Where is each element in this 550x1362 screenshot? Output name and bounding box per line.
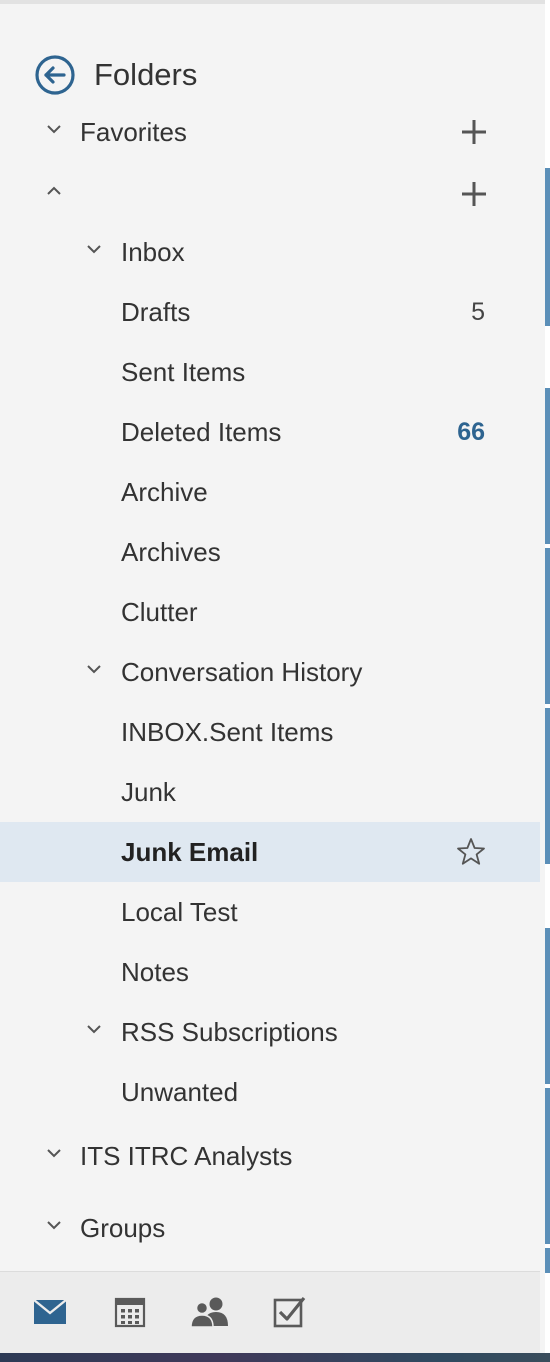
star-icon[interactable]	[456, 837, 486, 867]
chevron-down-icon[interactable]	[84, 659, 104, 679]
folder-clutter[interactable]: Clutter	[0, 582, 540, 642]
section-label: Groups	[80, 1212, 166, 1243]
chevron-down-icon[interactable]	[44, 1215, 64, 1235]
folder-label: Conversation History	[121, 656, 363, 687]
message-list-edge	[545, 0, 550, 1362]
folder-archive[interactable]: Archive	[0, 462, 540, 522]
folder-rss-subscriptions[interactable]: RSS Subscriptions	[0, 1002, 540, 1062]
taskbar-edge	[0, 1353, 550, 1362]
folder-junk-email[interactable]: Junk Email	[0, 822, 540, 882]
folder-drafts[interactable]: Drafts 5	[0, 282, 540, 342]
chevron-down-icon[interactable]	[44, 1143, 64, 1163]
section-its-itrc-analysts[interactable]: ITS ITRC Analysts	[0, 1126, 540, 1186]
folder-label: Notes	[121, 956, 189, 987]
section-account[interactable]	[0, 164, 540, 224]
folder-sent-items[interactable]: Sent Items	[0, 342, 540, 402]
chevron-down-icon[interactable]	[84, 239, 104, 259]
folder-archives[interactable]: Archives	[0, 522, 540, 582]
folder-pane: Folders Favorites Inbox Drafts 5 Sent It…	[0, 4, 540, 1271]
folder-junk[interactable]: Junk	[0, 762, 540, 822]
folder-conversation-history[interactable]: Conversation History	[0, 642, 540, 702]
add-favorite-button[interactable]	[460, 118, 488, 146]
calendar-icon[interactable]	[110, 1294, 150, 1330]
chevron-down-icon[interactable]	[84, 1019, 104, 1039]
folder-local-test[interactable]: Local Test	[0, 882, 540, 942]
section-favorites[interactable]: Favorites	[0, 102, 540, 162]
people-icon[interactable]	[190, 1294, 230, 1330]
chevron-up-icon[interactable]	[44, 181, 64, 201]
folder-pane-header: Folders	[34, 50, 197, 100]
folder-label: Archive	[121, 476, 208, 507]
folder-label: Drafts	[121, 296, 191, 327]
folder-unwanted[interactable]: Unwanted	[0, 1062, 540, 1122]
folder-label: Junk	[121, 776, 176, 807]
folder-inbox[interactable]: Inbox	[0, 222, 540, 282]
folder-notes[interactable]: Notes	[0, 942, 540, 1002]
bottom-nav	[0, 1271, 540, 1354]
folder-label: INBOX.Sent Items	[121, 716, 334, 747]
folder-label: Sent Items	[121, 356, 246, 387]
folder-label: Junk Email	[121, 836, 259, 867]
tasks-icon[interactable]	[270, 1294, 310, 1330]
item-count: 5	[471, 297, 485, 326]
page-title: Folders	[94, 57, 198, 92]
add-folder-button[interactable]	[460, 180, 488, 208]
folder-deleted-items[interactable]: Deleted Items 66	[0, 402, 540, 462]
folder-label: Deleted Items	[121, 416, 282, 447]
folder-label: Clutter	[121, 596, 198, 627]
folder-label: Archives	[121, 536, 221, 567]
folder-label: Unwanted	[121, 1076, 239, 1107]
folder-inbox-sent-items[interactable]: INBOX.Sent Items	[0, 702, 540, 762]
back-arrow-icon[interactable]	[34, 54, 76, 96]
folder-label: RSS Subscriptions	[121, 1016, 338, 1047]
folder-label: Local Test	[121, 896, 238, 927]
section-groups[interactable]: Groups	[0, 1198, 540, 1258]
unread-count: 66	[457, 417, 485, 446]
section-label: ITS ITRC Analysts	[80, 1140, 293, 1171]
section-label: Favorites	[80, 116, 187, 147]
folder-label: Inbox	[121, 236, 185, 267]
mail-icon[interactable]	[30, 1294, 70, 1330]
chevron-down-icon[interactable]	[44, 119, 64, 139]
